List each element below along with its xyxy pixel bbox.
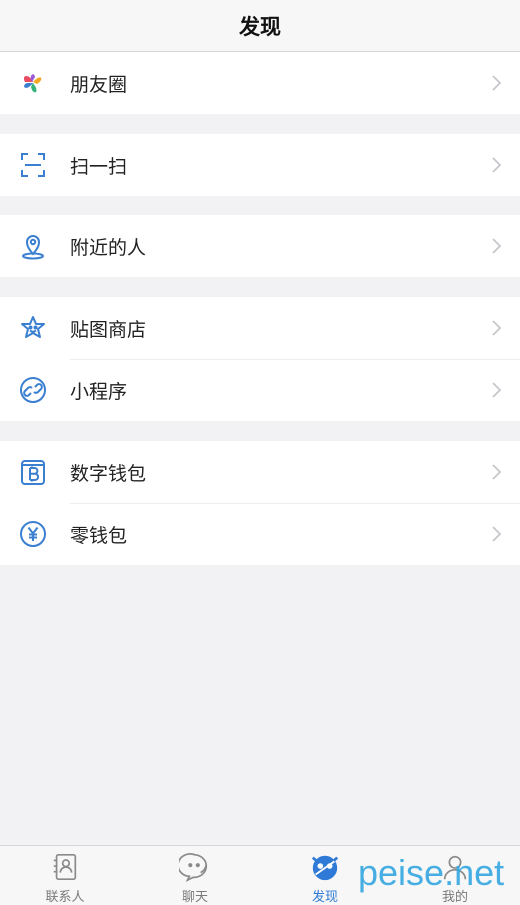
bitcoin-wallet-icon bbox=[18, 457, 48, 487]
tab-label: 聊天 bbox=[181, 889, 208, 904]
menu-item-label: 数字钱包 bbox=[70, 463, 147, 485]
tab-contacts[interactable]: 联系人 bbox=[0, 846, 130, 905]
menu-item-label: 零钱包 bbox=[70, 525, 128, 547]
mini-program-icon bbox=[18, 375, 48, 405]
location-pin-icon bbox=[18, 231, 48, 261]
top-nav-bar: 发现 bbox=[0, 0, 520, 52]
menu-item-label: 扫一扫 bbox=[70, 156, 128, 178]
menu-item-sticker-store[interactable]: 贴图商店 bbox=[0, 297, 520, 359]
chevron-right-icon bbox=[492, 382, 502, 398]
menu-group-scan: 扫一扫 bbox=[0, 134, 520, 196]
menu-group-moments: 朋友圈 bbox=[0, 52, 520, 114]
menu-item-scan[interactable]: 扫一扫 bbox=[0, 134, 520, 196]
menu-item-digital-wallet[interactable]: 数字钱包 bbox=[0, 441, 520, 503]
menu-item-moments[interactable]: 朋友圈 bbox=[0, 52, 520, 114]
contacts-icon bbox=[53, 853, 77, 881]
menu-item-label: 贴图商店 bbox=[70, 319, 147, 341]
tab-label: 发现 bbox=[311, 889, 338, 904]
watermark: peise.net bbox=[358, 852, 505, 893]
menu-item-mini-program[interactable]: 小程序 bbox=[0, 359, 520, 421]
page-title: 发现 bbox=[239, 15, 281, 39]
menu-item-label: 小程序 bbox=[70, 381, 128, 403]
menu-group-wallets: 数字钱包 零钱包 bbox=[0, 441, 520, 565]
chevron-right-icon bbox=[492, 526, 502, 542]
chat-icon bbox=[179, 853, 208, 882]
menu-item-nearby-people[interactable]: 附近的人 bbox=[0, 215, 520, 277]
yen-coin-icon bbox=[18, 519, 48, 549]
discover-icon bbox=[311, 855, 339, 881]
chevron-right-icon bbox=[492, 464, 502, 480]
tab-chat[interactable]: 聊天 bbox=[130, 846, 260, 905]
menu-item-change-wallet[interactable]: 零钱包 bbox=[0, 503, 520, 565]
menu-group-nearby: 附近的人 bbox=[0, 215, 520, 277]
chevron-right-icon bbox=[492, 320, 502, 336]
chevron-right-icon bbox=[492, 75, 502, 91]
tab-label: 联系人 bbox=[45, 889, 85, 904]
menu-item-label: 附近的人 bbox=[70, 237, 147, 259]
scan-icon bbox=[18, 150, 48, 180]
chevron-right-icon bbox=[492, 157, 502, 173]
menu-item-label: 朋友圈 bbox=[70, 74, 128, 96]
moments-icon bbox=[18, 68, 48, 98]
menu-group-stickers-miniprogram: 贴图商店 小程序 bbox=[0, 297, 520, 421]
chevron-right-icon bbox=[492, 238, 502, 254]
sticker-star-icon bbox=[18, 313, 48, 343]
